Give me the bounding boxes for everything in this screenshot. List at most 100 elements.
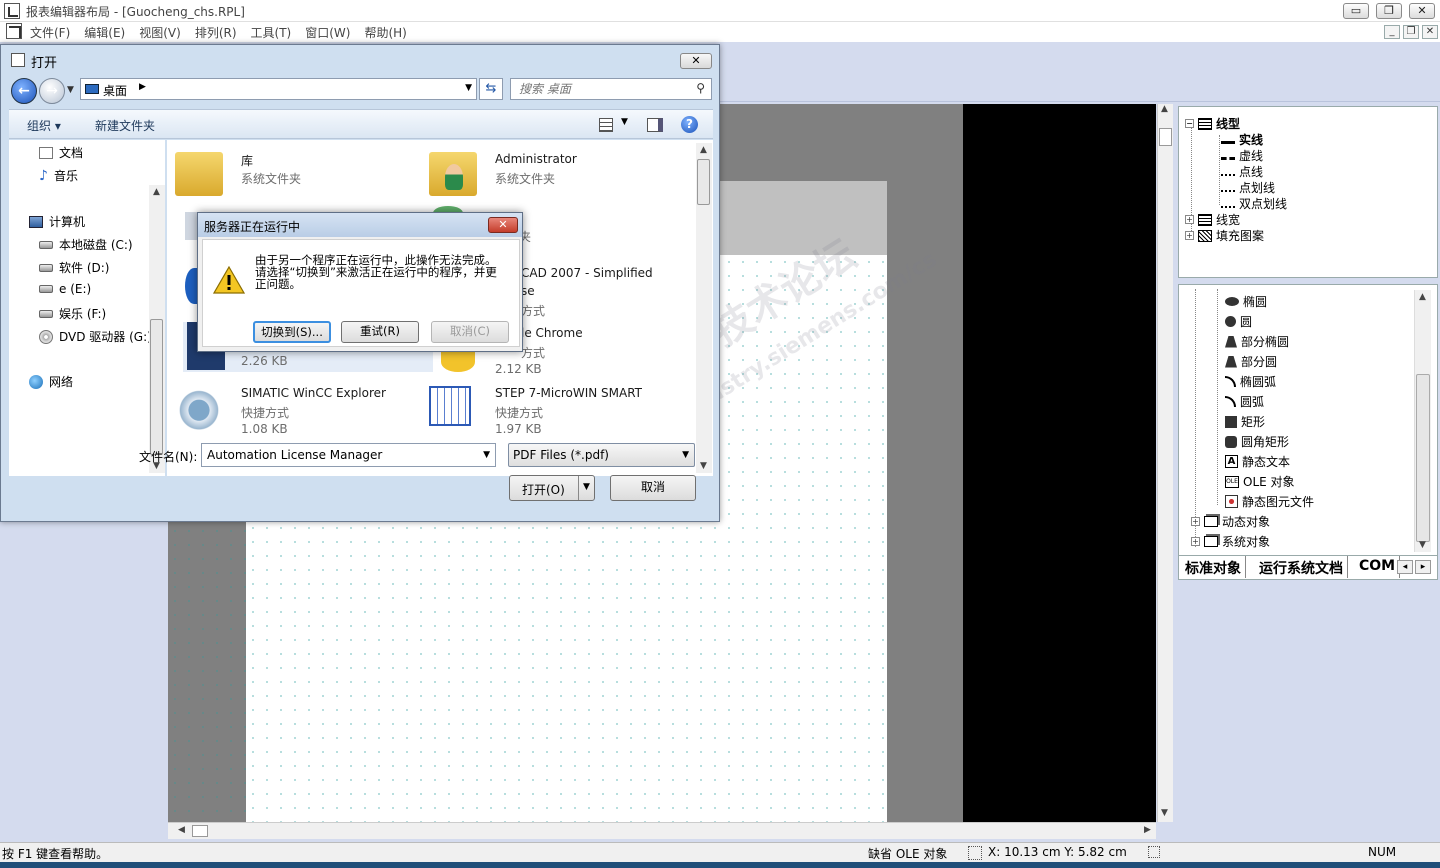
tree-node-linetype[interactable]: − 线型 bbox=[1185, 115, 1240, 132]
menu-tools[interactable]: 工具(T) bbox=[251, 24, 292, 41]
nav-item-drive-d[interactable]: 软件 (D:) bbox=[39, 259, 109, 276]
tab-scroll-right-icon[interactable]: ▸ bbox=[1415, 560, 1431, 574]
file-item-wincc-explorer[interactable]: SIMATIC WinCC Explorer 快捷方式 1.08 KB bbox=[169, 382, 419, 436]
open-button[interactable]: 打开(O) ▼ bbox=[509, 475, 595, 501]
scroll-up-icon[interactable]: ▲ bbox=[153, 187, 160, 197]
search-box[interactable]: ⚲ bbox=[510, 78, 712, 100]
tree-node-linewidth[interactable]: + 线宽 bbox=[1185, 211, 1240, 228]
scroll-thumb[interactable] bbox=[150, 319, 163, 455]
tree-node-fillpattern[interactable]: + 填充图案 bbox=[1185, 227, 1264, 244]
retry-button[interactable]: 重试(R) bbox=[341, 321, 419, 343]
filename-input[interactable] bbox=[205, 447, 475, 463]
switch-to-button[interactable]: 切换到(S)... bbox=[253, 321, 331, 343]
object-partial-ellipse[interactable]: 部分椭圆 bbox=[1225, 333, 1289, 350]
file-item-administrator[interactable]: Administrator 系统文件夹 bbox=[423, 148, 673, 202]
tree-item-dotted[interactable]: 点线 bbox=[1221, 163, 1263, 180]
file-list-scrollbar[interactable]: ▲ ▼ bbox=[696, 143, 712, 473]
tree-item-dashdot[interactable]: 点划线 bbox=[1221, 179, 1275, 196]
nav-item-drive-f[interactable]: 娱乐 (F:) bbox=[39, 305, 106, 322]
close-button[interactable]: ✕ bbox=[1409, 3, 1435, 19]
address-bar[interactable]: 桌面 ▶ ▼ bbox=[80, 78, 477, 100]
expand-icon[interactable]: + bbox=[1191, 517, 1200, 526]
object-ole[interactable]: OLE OLE 对象 bbox=[1225, 473, 1295, 490]
scroll-up-icon[interactable]: ▲ bbox=[1161, 104, 1168, 114]
maximize-button[interactable]: ❐ bbox=[1376, 3, 1402, 19]
tree-node-system-objects[interactable]: + 系统对象 bbox=[1191, 533, 1270, 550]
tab-scroll-left-icon[interactable]: ◂ bbox=[1397, 560, 1413, 574]
open-options-dropdown-icon[interactable]: ▼ bbox=[578, 476, 594, 500]
cancel-button[interactable]: 取消 bbox=[610, 475, 696, 501]
scroll-up-icon[interactable]: ▲ bbox=[1419, 292, 1426, 302]
mdi-minimize-button[interactable]: _ bbox=[1384, 25, 1400, 39]
refresh-icon[interactable]: ⇆ bbox=[479, 78, 503, 100]
navigation-pane-scrollbar[interactable]: ▲ ▼ bbox=[149, 185, 165, 473]
file-item-library[interactable]: 库 系统文件夹 bbox=[169, 148, 419, 202]
scroll-thumb[interactable] bbox=[1159, 128, 1172, 146]
file-item-microwin-smart[interactable]: STEP 7-MicroWIN SMART 快捷方式 1.97 KB bbox=[423, 382, 673, 436]
mdi-close-button[interactable]: ✕ bbox=[1422, 25, 1438, 39]
canvas-horizontal-scrollbar[interactable]: ◀ ▶ bbox=[168, 822, 1156, 839]
object-rounded-rectangle[interactable]: 圆角矩形 bbox=[1225, 433, 1289, 450]
tree-item-dashdotdot[interactable]: 双点划线 bbox=[1221, 195, 1287, 212]
scroll-thumb[interactable] bbox=[192, 825, 208, 837]
tree-item-dashed[interactable]: 虚线 bbox=[1221, 147, 1263, 164]
scroll-up-icon[interactable]: ▲ bbox=[700, 145, 707, 155]
expand-icon[interactable]: + bbox=[1185, 215, 1194, 224]
file-type-filter[interactable]: PDF Files (*.pdf) ▼ bbox=[508, 443, 695, 467]
object-ellipse[interactable]: 椭圆 bbox=[1225, 293, 1267, 310]
objects-panel-scrollbar[interactable]: ▲ ▼ bbox=[1414, 290, 1431, 552]
breadcrumb-arrow-icon[interactable]: ▶ bbox=[139, 82, 146, 92]
scroll-down-icon[interactable]: ▼ bbox=[1161, 808, 1168, 818]
nav-item-dvd-g[interactable]: DVD 驱动器 (G:) bbox=[39, 328, 152, 345]
search-input[interactable] bbox=[517, 81, 687, 97]
preview-pane-icon[interactable] bbox=[647, 118, 663, 132]
dialog-close-button[interactable]: ✕ bbox=[680, 53, 712, 69]
scroll-left-icon[interactable]: ◀ bbox=[178, 825, 185, 835]
object-arc[interactable]: 圆弧 bbox=[1225, 393, 1264, 410]
expand-icon[interactable]: + bbox=[1185, 231, 1194, 240]
object-partial-circle[interactable]: 部分圆 bbox=[1225, 353, 1277, 370]
back-arrow-icon[interactable]: ← bbox=[11, 78, 37, 104]
tree-node-dynamic-objects[interactable]: + 动态对象 bbox=[1191, 513, 1270, 530]
scroll-thumb[interactable] bbox=[697, 159, 710, 205]
menu-file[interactable]: 文件(F) bbox=[30, 24, 70, 41]
new-folder-button[interactable]: 新建文件夹 bbox=[95, 117, 155, 134]
nav-item-music[interactable]: ♪ 音乐 bbox=[39, 167, 78, 184]
object-static-text[interactable]: A 静态文本 bbox=[1225, 453, 1290, 470]
nav-item-network[interactable]: 网络 bbox=[29, 373, 73, 390]
expand-icon[interactable]: + bbox=[1191, 537, 1200, 546]
filter-dropdown-icon[interactable]: ▼ bbox=[682, 450, 689, 460]
tab-runtime-documents[interactable]: 运行系统文档 bbox=[1255, 556, 1348, 578]
scroll-down-icon[interactable]: ▼ bbox=[1419, 540, 1426, 550]
scroll-right-icon[interactable]: ▶ bbox=[1144, 825, 1151, 835]
history-dropdown-icon[interactable]: ▼ bbox=[67, 85, 74, 95]
tab-standard-objects[interactable]: 标准对象 bbox=[1181, 556, 1246, 578]
object-ellipse-arc[interactable]: 椭圆弧 bbox=[1225, 373, 1276, 390]
canvas-vertical-scrollbar[interactable]: ▲ ▼ bbox=[1157, 104, 1173, 822]
document-window-icon[interactable] bbox=[6, 23, 22, 39]
menu-help[interactable]: 帮助(H) bbox=[364, 24, 406, 41]
tab-com[interactable]: COM bbox=[1355, 556, 1401, 578]
object-static-metafile[interactable]: 静态图元文件 bbox=[1225, 493, 1314, 510]
nav-item-drive-e[interactable]: e (E:) bbox=[39, 282, 91, 296]
menu-arrange[interactable]: 排列(R) bbox=[195, 24, 237, 41]
nav-item-computer[interactable]: 计算机 bbox=[29, 213, 85, 230]
address-location[interactable]: 桌面 bbox=[103, 82, 127, 99]
menu-window[interactable]: 窗口(W) bbox=[305, 24, 350, 41]
minimize-button[interactable]: ▭ bbox=[1343, 3, 1369, 19]
address-dropdown-icon[interactable]: ▼ bbox=[465, 83, 472, 93]
scroll-down-icon[interactable]: ▼ bbox=[700, 461, 707, 471]
scroll-thumb[interactable] bbox=[1416, 374, 1430, 542]
menu-edit[interactable]: 编辑(E) bbox=[84, 24, 125, 41]
menu-view[interactable]: 视图(V) bbox=[139, 24, 181, 41]
help-icon[interactable]: ? bbox=[681, 116, 698, 133]
view-dropdown-icon[interactable]: ▼ bbox=[621, 117, 628, 127]
collapse-icon[interactable]: − bbox=[1185, 119, 1194, 128]
filename-dropdown-icon[interactable]: ▼ bbox=[483, 450, 490, 460]
view-options-icon[interactable] bbox=[599, 118, 613, 132]
mdi-restore-button[interactable]: ❐ bbox=[1403, 25, 1419, 39]
nav-item-drive-c[interactable]: 本地磁盘 (C:) bbox=[39, 236, 133, 253]
organize-button[interactable]: 组织 ▾ bbox=[27, 117, 61, 134]
filename-combobox[interactable]: ▼ bbox=[201, 443, 496, 467]
object-circle[interactable]: 圆 bbox=[1225, 313, 1252, 330]
